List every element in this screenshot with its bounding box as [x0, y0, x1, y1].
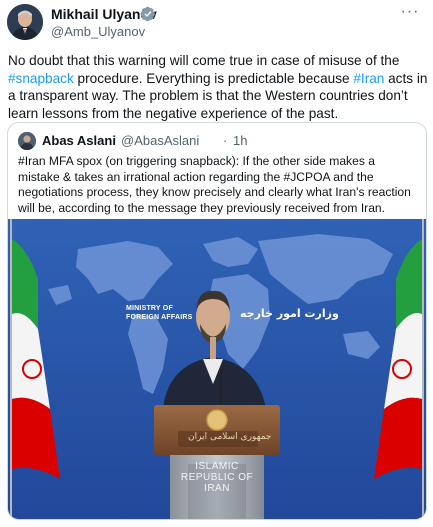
backdrop-caption-fa: وزارت امور خارجه [240, 307, 339, 320]
podium-line-1: ISLAMIC [195, 461, 239, 472]
tweet-text-part: procedure. Everything is predictable bec… [73, 70, 354, 86]
author-handle[interactable]: @Amb_Ulyanov [51, 24, 145, 39]
podium-text-en: ISLAMIC REPUBLIC OF IRAN [174, 461, 260, 494]
podium-line-2: REPUBLIC OF [180, 472, 254, 483]
podium-line-3: IRAN [204, 483, 230, 494]
tweet-card[interactable]: Mikhail Ulyanov @Amb_Ulyanov ··· No doub… [0, 0, 433, 527]
quoted-separator: · [223, 133, 228, 148]
verified-badge-icon [140, 6, 155, 22]
author-avatar[interactable] [7, 4, 43, 40]
backdrop-caption-en-1: MINISTRY OF [126, 305, 173, 312]
quoted-timestamp[interactable]: 1h [233, 133, 247, 148]
hashtag-snapback-link[interactable]: #snapback [8, 71, 74, 86]
quoted-tweet-text: #Iran MFA spox (on triggering snapback):… [18, 154, 411, 215]
press-conference-photo[interactable]: MINISTRY OF FOREIGN AFFAIRS وزارت امور خ… [8, 219, 426, 519]
avatar-photo [7, 4, 43, 40]
quoted-avatar-photo [18, 132, 36, 150]
backdrop-caption-en-2: FOREIGN AFFAIRS [126, 314, 193, 321]
quoted-author-name[interactable]: Abas Aslani [42, 133, 116, 148]
quoted-author-handle[interactable]: @AbasAslani [121, 133, 199, 148]
quoted-author-avatar[interactable] [18, 132, 36, 150]
tweet-text-part: No doubt that this warning will come tru… [8, 53, 400, 68]
tweet-text: No doubt that this warning will come tru… [8, 52, 428, 122]
more-options-icon[interactable]: ··· [398, 4, 422, 22]
podium-plaque-fa: جمهوری اسلامی ایران [188, 432, 272, 442]
quoted-tweet[interactable]: Abas Aslani @AbasAslani · 1h #Iran MFA s… [7, 122, 427, 520]
hashtag-iran-link[interactable]: #Iran [353, 71, 384, 86]
